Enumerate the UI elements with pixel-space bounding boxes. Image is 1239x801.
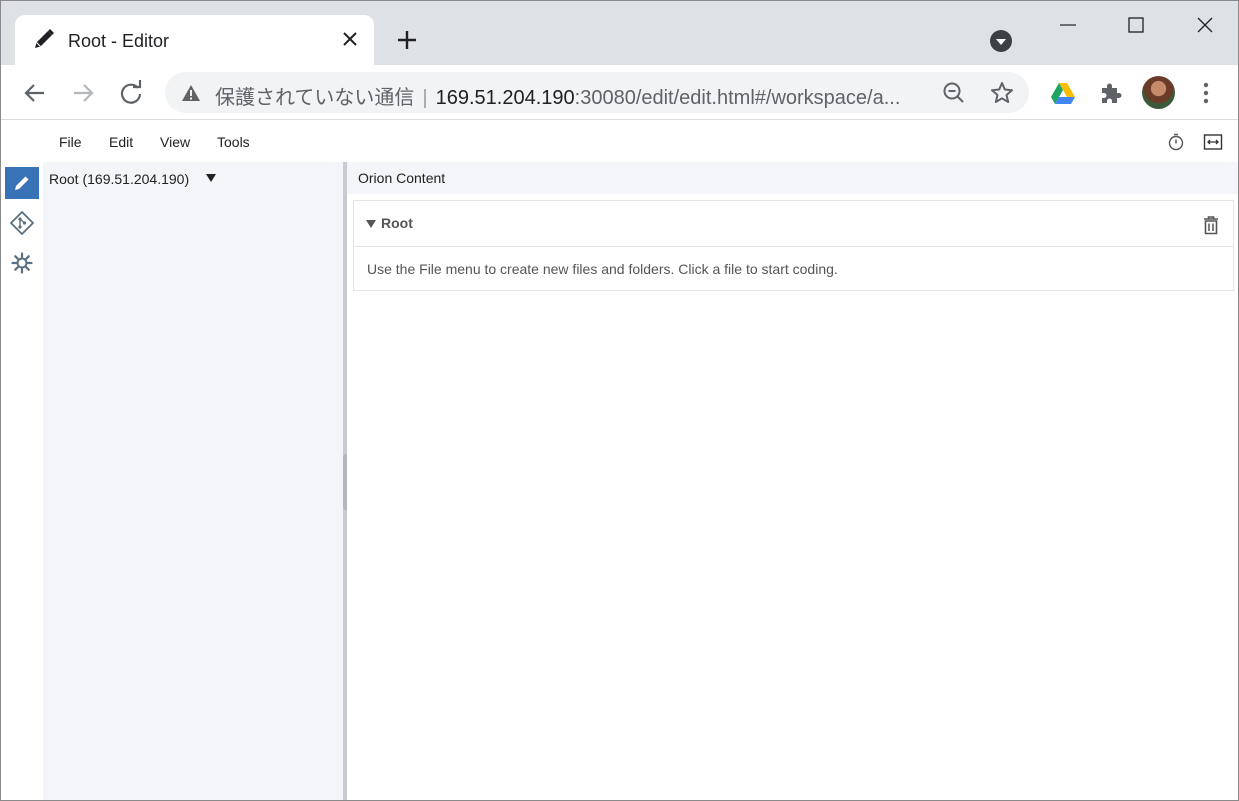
more-menu-icon[interactable] xyxy=(1192,79,1220,107)
profile-avatar[interactable] xyxy=(1142,76,1175,109)
menu-tools[interactable]: Tools xyxy=(217,134,250,150)
rail-git-button[interactable] xyxy=(5,207,39,239)
back-icon[interactable] xyxy=(21,79,49,107)
maximize-icon[interactable] xyxy=(1122,11,1150,39)
tab-title: Root - Editor xyxy=(68,31,170,51)
navigator-root-label[interactable]: Root (169.51.204.190) xyxy=(49,171,189,187)
chevron-down-icon[interactable] xyxy=(205,172,217,184)
file-navigator: Root (169.51.204.190) xyxy=(43,162,343,800)
root-section: Root Use the File menu to create new fil… xyxy=(353,200,1234,291)
content-title: Orion Content xyxy=(358,170,446,186)
address-bar[interactable]: 保護されていない通信 | 169.51.204.190:30080/edit/edi… xyxy=(165,72,1029,113)
expand-width-icon[interactable] xyxy=(1203,132,1223,152)
zoom-icon[interactable] xyxy=(940,79,968,107)
rail-edit-button[interactable] xyxy=(5,167,39,199)
close-window-icon[interactable] xyxy=(1191,11,1219,39)
gear-icon xyxy=(11,252,33,274)
new-tab-icon[interactable] xyxy=(394,27,420,53)
tab-search-icon[interactable] xyxy=(989,29,1013,53)
menu-edit[interactable]: Edit xyxy=(109,134,133,150)
main-content: Orion Content Root Use the File menu to … xyxy=(347,162,1238,800)
extensions-icon[interactable] xyxy=(1097,79,1125,107)
minimize-icon[interactable] xyxy=(1054,11,1082,39)
warning-icon[interactable] xyxy=(181,83,201,103)
pencil-icon xyxy=(15,176,29,190)
collapse-caret-icon[interactable] xyxy=(365,219,377,229)
security-label: 保護されていない通信 xyxy=(215,87,415,109)
url-text[interactable]: 保護されていない通信 | 169.51.204.190:30080/edit/edi… xyxy=(215,81,900,110)
section-header[interactable]: Root xyxy=(354,201,1233,247)
pencil-icon xyxy=(35,29,54,48)
section-title: Root xyxy=(381,215,413,231)
trash-icon[interactable] xyxy=(1202,215,1220,235)
content-header: Orion Content xyxy=(347,162,1238,194)
browser-toolbar: 保護されていない通信 | 169.51.204.190:30080/edit/edi… xyxy=(1,65,1238,120)
timer-icon[interactable] xyxy=(1166,132,1186,152)
menu-view[interactable]: View xyxy=(160,134,190,150)
browser-tab-strip: Root - Editor xyxy=(1,1,1238,65)
google-drive-icon[interactable] xyxy=(1049,79,1077,107)
url-separator: | xyxy=(422,87,428,109)
forward-icon[interactable] xyxy=(69,79,97,107)
section-help-text: Use the File menu to create new files an… xyxy=(367,261,838,277)
menu-file[interactable]: File xyxy=(59,134,82,150)
reload-icon[interactable] xyxy=(117,79,145,107)
browser-tab[interactable]: Root - Editor xyxy=(15,15,374,65)
git-icon xyxy=(10,211,34,235)
app-menubar: File Edit View Tools xyxy=(1,121,1238,162)
side-rail xyxy=(1,162,43,800)
bookmark-star-icon[interactable] xyxy=(988,79,1016,107)
rail-settings-button[interactable] xyxy=(5,247,39,279)
close-tab-icon[interactable] xyxy=(340,29,360,49)
url-host: 169.51.204.190 xyxy=(435,87,575,109)
url-path: :30080/edit/edit.html#/workspace/a... xyxy=(574,87,901,109)
